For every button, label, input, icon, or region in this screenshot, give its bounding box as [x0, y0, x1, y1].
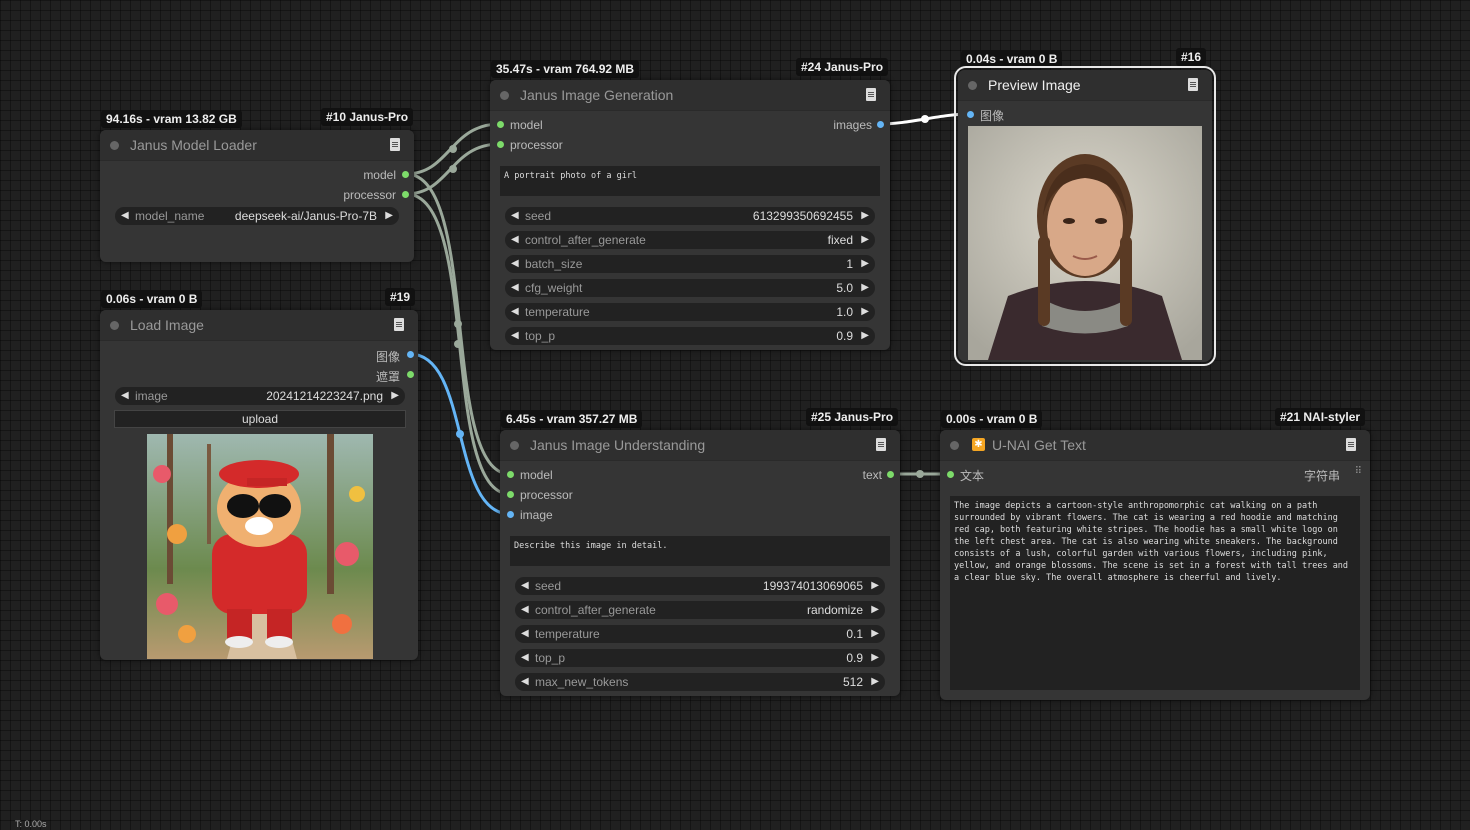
node-header[interactable]: Janus Model Loader: [100, 130, 414, 161]
node-id-badge: #21 NAI-styler: [1275, 408, 1366, 426]
input-label-image: 图像: [980, 109, 1005, 123]
output-label-string: 字符串: [1303, 469, 1340, 483]
top-p-widget[interactable]: ◀ top_p 0.9 ▶: [505, 327, 875, 345]
question-textarea[interactable]: Describe this image in detail.: [510, 536, 890, 566]
document-icon[interactable]: [866, 88, 876, 101]
document-icon[interactable]: [876, 438, 886, 451]
output-label-text: text: [862, 468, 882, 482]
grid-handle-icon[interactable]: ⠿: [1355, 466, 1362, 477]
preview-image-node[interactable]: Preview Image 图像: [954, 66, 1216, 366]
output-slot-model[interactable]: [402, 171, 409, 178]
batch-size-widget[interactable]: ◀ batch_size 1 ▶: [505, 255, 875, 273]
input-label-model: model: [520, 468, 553, 482]
input-slot-image[interactable]: [967, 111, 974, 118]
prompt-textarea[interactable]: A portrait photo of a girl: [500, 166, 880, 196]
control-after-generate-widget[interactable]: ◀ control_after_generate fixed ▶: [505, 231, 875, 249]
node-title: Janus Image Understanding: [530, 437, 706, 453]
node-title: Janus Image Generation: [520, 87, 674, 103]
timing-badge: 0.00s - vram 0 B: [941, 410, 1043, 428]
node-id-badge: #19: [385, 288, 416, 306]
document-icon[interactable]: [1188, 78, 1198, 91]
document-icon[interactable]: [390, 138, 400, 151]
node-title: Preview Image: [988, 77, 1081, 93]
input-slot-model[interactable]: [497, 121, 504, 128]
output-label-mask: 遮罩: [375, 370, 400, 384]
temperature-widget[interactable]: ◀ temperature 1.0 ▶: [505, 303, 875, 321]
janus-image-understanding-node[interactable]: Janus Image Understanding model processo…: [500, 430, 900, 696]
node-id-badge: #10 Janus-Pro: [321, 108, 414, 126]
load-image-node[interactable]: Load Image 图像 遮罩 ◀ image 20241214223247.…: [100, 310, 418, 660]
input-label-model: model: [510, 118, 543, 132]
input-label-processor: processor: [510, 138, 563, 152]
document-icon[interactable]: [394, 318, 404, 331]
node-header[interactable]: Janus Image Understanding: [500, 430, 900, 461]
input-slot-text[interactable]: [947, 471, 954, 478]
input-slot-model[interactable]: [507, 471, 514, 478]
node-id-badge: #16: [1176, 48, 1207, 66]
arrow-left-icon[interactable]: ◀: [121, 390, 129, 401]
node-title: Load Image: [130, 317, 204, 333]
cfg-weight-widget[interactable]: ◀ cfg_weight 5.0 ▶: [505, 279, 875, 297]
generated-portrait-image: [968, 126, 1202, 360]
input-label-processor: processor: [520, 488, 573, 502]
output-label-images: images: [833, 118, 872, 132]
collapse-dot-icon[interactable]: [110, 141, 119, 150]
collapse-dot-icon[interactable]: [968, 81, 977, 90]
cat-image-preview: [147, 434, 373, 659]
janus-model-loader-node[interactable]: Janus Model Loader model processor ◀ mod…: [100, 130, 414, 262]
max-new-tokens-widget[interactable]: ◀ max_new_tokens 512 ▶: [515, 673, 885, 691]
input-slot-processor[interactable]: [507, 491, 514, 498]
node-header[interactable]: ✱ U-NAI Get Text: [940, 430, 1370, 461]
temperature-widget[interactable]: ◀ temperature 0.1 ▶: [515, 625, 885, 643]
node-header[interactable]: Load Image: [100, 310, 418, 341]
node-header[interactable]: Preview Image: [958, 70, 1212, 101]
node-id-badge: #25 Janus-Pro: [806, 408, 899, 426]
image-combo[interactable]: ◀ image 20241214223247.png ▶: [115, 387, 405, 405]
input-slot-processor[interactable]: [497, 141, 504, 148]
output-text-area[interactable]: The image depicts a cartoon-style anthro…: [950, 496, 1360, 690]
output-slot-processor[interactable]: [402, 191, 409, 198]
collapse-dot-icon[interactable]: [500, 91, 509, 100]
arrow-right-icon[interactable]: ▶: [391, 390, 399, 401]
janus-image-generation-node[interactable]: Janus Image Generation model processor i…: [490, 80, 890, 350]
output-slot-mask[interactable]: [407, 371, 414, 378]
timing-badge: 94.16s - vram 13.82 GB: [101, 110, 242, 128]
input-label-text: 文本: [960, 469, 985, 483]
model-name-combo[interactable]: ◀ model_name deepseek-ai/Janus-Pro-7B ▶: [115, 207, 399, 225]
output-label-processor: processor: [343, 188, 396, 202]
node-title: U-NAI Get Text: [992, 437, 1086, 453]
output-label-image: 图像: [375, 350, 400, 364]
node-title: Janus Model Loader: [130, 137, 257, 153]
output-slot-text[interactable]: [887, 471, 894, 478]
upload-button[interactable]: upload: [114, 410, 406, 428]
input-slot-image[interactable]: [507, 511, 514, 518]
seed-widget[interactable]: ◀ seed 613299350692455 ▶: [505, 207, 875, 225]
output-label-model: model: [363, 168, 396, 182]
output-slot-image[interactable]: [407, 351, 414, 358]
timing-badge: 35.47s - vram 764.92 MB: [491, 60, 640, 78]
top-p-widget[interactable]: ◀ top_p 0.9 ▶: [515, 649, 885, 667]
arrow-right-icon[interactable]: ▶: [385, 210, 393, 221]
seed-widget[interactable]: ◀ seed 199374013069065 ▶: [515, 577, 885, 595]
u-nai-get-text-node[interactable]: ✱ U-NAI Get Text 文本 字符串 ⠿ The image depi…: [940, 430, 1370, 700]
document-icon[interactable]: [1346, 438, 1356, 451]
node-id-badge: #24 Janus-Pro: [796, 58, 889, 76]
node-header[interactable]: Janus Image Generation: [490, 80, 890, 111]
collapse-dot-icon[interactable]: [510, 441, 519, 450]
timing-badge: 6.45s - vram 357.27 MB: [501, 410, 643, 428]
star-icon: ✱: [972, 438, 985, 451]
status-footer: T: 0.00s: [15, 819, 47, 829]
output-slot-images[interactable]: [877, 121, 884, 128]
control-after-generate-widget[interactable]: ◀ control_after_generate randomize ▶: [515, 601, 885, 619]
collapse-dot-icon[interactable]: [950, 441, 959, 450]
input-label-image: image: [520, 508, 553, 522]
collapse-dot-icon[interactable]: [110, 321, 119, 330]
timing-badge: 0.04s - vram 0 B: [961, 50, 1063, 68]
timing-badge: 0.06s - vram 0 B: [101, 290, 203, 308]
arrow-left-icon[interactable]: ◀: [121, 210, 129, 221]
